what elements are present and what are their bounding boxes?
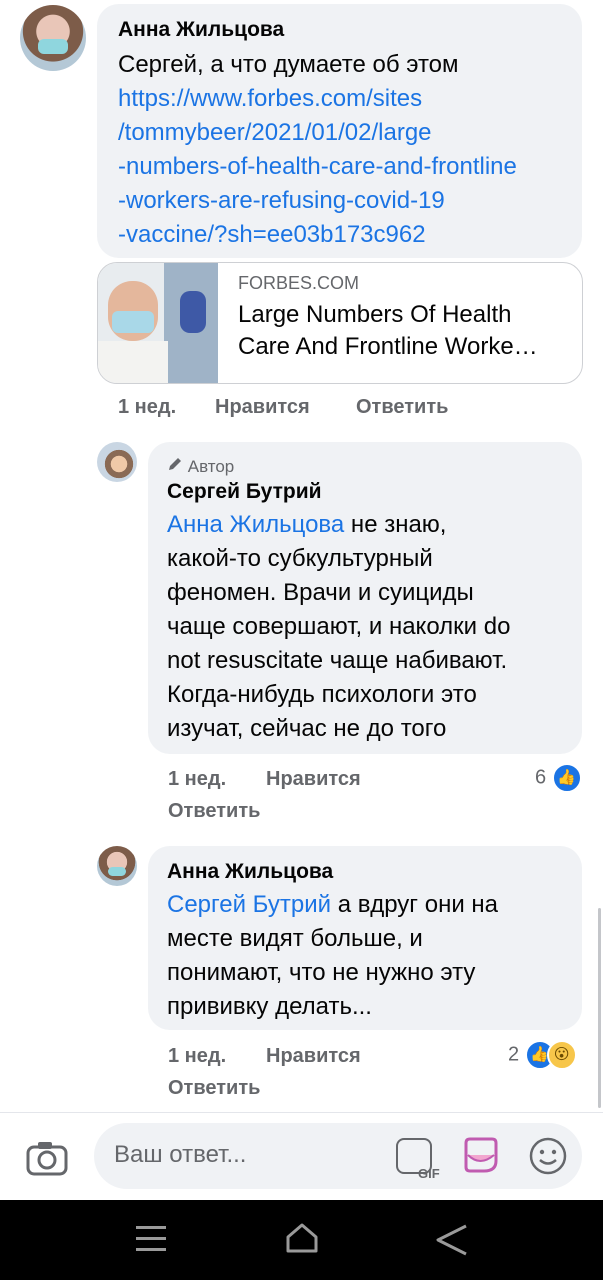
- wow-icon: 😮: [546, 1040, 577, 1070]
- comment-time[interactable]: 1 нед.: [168, 768, 226, 791]
- comment-text-line: Анна Жильцова не знаю,: [167, 511, 447, 538]
- reaction-summary[interactable]: 6 👍: [535, 763, 582, 793]
- comment-text-line: Когда-нибудь психологи это: [167, 681, 477, 708]
- link-preview-card[interactable]: FORBES.COM Large Numbers Of Health Care …: [97, 262, 583, 384]
- reply-bar: Ваш ответ... GIF: [0, 1112, 603, 1201]
- reaction-summary[interactable]: 2 👍 😮: [508, 1040, 577, 1070]
- avatar[interactable]: [97, 846, 137, 886]
- comment-text-line: Сергей Бутрий а вдруг они на: [167, 891, 499, 918]
- comment-bubble: Анна Жильцова Сергей, а что думаете об э…: [97, 4, 582, 258]
- comment-text-line: месте видят больше, и: [167, 925, 423, 952]
- comment-text-line: прививку делать...: [167, 993, 372, 1020]
- author-badge-label: Автор: [187, 457, 235, 476]
- link-preview-title: Large Numbers Of Health: [238, 301, 512, 328]
- comment-link-line[interactable]: /tommybeer/2021/01/02/large: [118, 116, 432, 150]
- comment-text-line: чаще совершают, и наколки do: [167, 613, 511, 640]
- link-preview-title: Care And Frontline Worke…: [238, 333, 538, 360]
- gif-button[interactable]: GIF: [396, 1138, 440, 1181]
- comment-link-line[interactable]: -workers-are-refusing-covid-19: [118, 184, 445, 218]
- like-button[interactable]: Нравится: [266, 1045, 361, 1068]
- comment-author[interactable]: Анна Жильцова: [118, 18, 284, 42]
- like-button[interactable]: Нравится: [215, 396, 310, 419]
- reply-button[interactable]: Ответить: [168, 800, 260, 823]
- comment-bubble: Анна Жильцова Сергей Бутрий а вдруг они …: [148, 846, 582, 1030]
- mention-link[interactable]: Сергей Бутрий: [167, 891, 331, 918]
- back-icon[interactable]: [432, 1220, 472, 1265]
- comment-text-line: изучат, сейчас не до того: [167, 715, 447, 742]
- home-icon[interactable]: [284, 1220, 320, 1261]
- comment-text-line: феномен. Врачи и суициды: [167, 579, 474, 606]
- link-preview-image: [98, 263, 218, 383]
- comment-author[interactable]: Сергей Бутрий: [167, 480, 322, 504]
- mention-link[interactable]: Анна Жильцова: [167, 511, 344, 538]
- reply-button[interactable]: Ответить: [168, 1077, 260, 1100]
- camera-icon[interactable]: [26, 1139, 68, 1182]
- comment-link-line[interactable]: -numbers-of-health-care-and-frontline: [118, 150, 517, 184]
- reaction-count: 2: [508, 1043, 520, 1066]
- author-badge: Автор: [167, 456, 234, 477]
- comment-text-line: not resuscitate чаще набивают.: [167, 647, 508, 674]
- sticker-icon[interactable]: [460, 1135, 502, 1182]
- comment-link-line[interactable]: https://www.forbes.com/sites: [118, 82, 422, 116]
- scrollbar[interactable]: [598, 908, 601, 1108]
- comment-link-line[interactable]: -vaccine/?sh=ee03b173c962: [118, 218, 426, 252]
- gif-label: GIF: [418, 1166, 440, 1181]
- comment-author[interactable]: Анна Жильцова: [167, 860, 333, 884]
- comment-time[interactable]: 1 нед.: [168, 1045, 226, 1068]
- link-preview-domain: FORBES.COM: [238, 273, 360, 293]
- reply-button[interactable]: Ответить: [356, 396, 448, 419]
- reply-input[interactable]: Ваш ответ... GIF: [94, 1123, 582, 1189]
- avatar[interactable]: [20, 5, 86, 71]
- thumbs-up-icon: 👍: [551, 763, 582, 793]
- recent-apps-icon[interactable]: [134, 1222, 168, 1261]
- comment-text-line: понимают, что не нужно эту: [167, 959, 476, 986]
- reaction-count: 6: [535, 766, 547, 789]
- system-navigation-bar: [0, 1200, 603, 1280]
- pencil-icon: [167, 456, 183, 477]
- comment-time[interactable]: 1 нед.: [118, 396, 176, 419]
- comment-text: Сергей, а что думаете об этом: [118, 51, 459, 78]
- like-button[interactable]: Нравится: [266, 768, 361, 791]
- emoji-icon[interactable]: [528, 1136, 568, 1181]
- reply-placeholder: Ваш ответ...: [114, 1141, 247, 1168]
- comment-text-line: какой-то субкультурный: [167, 545, 433, 572]
- comment-bubble: Автор Сергей Бутрий Анна Жильцова не зна…: [148, 442, 582, 754]
- avatar[interactable]: [97, 442, 137, 482]
